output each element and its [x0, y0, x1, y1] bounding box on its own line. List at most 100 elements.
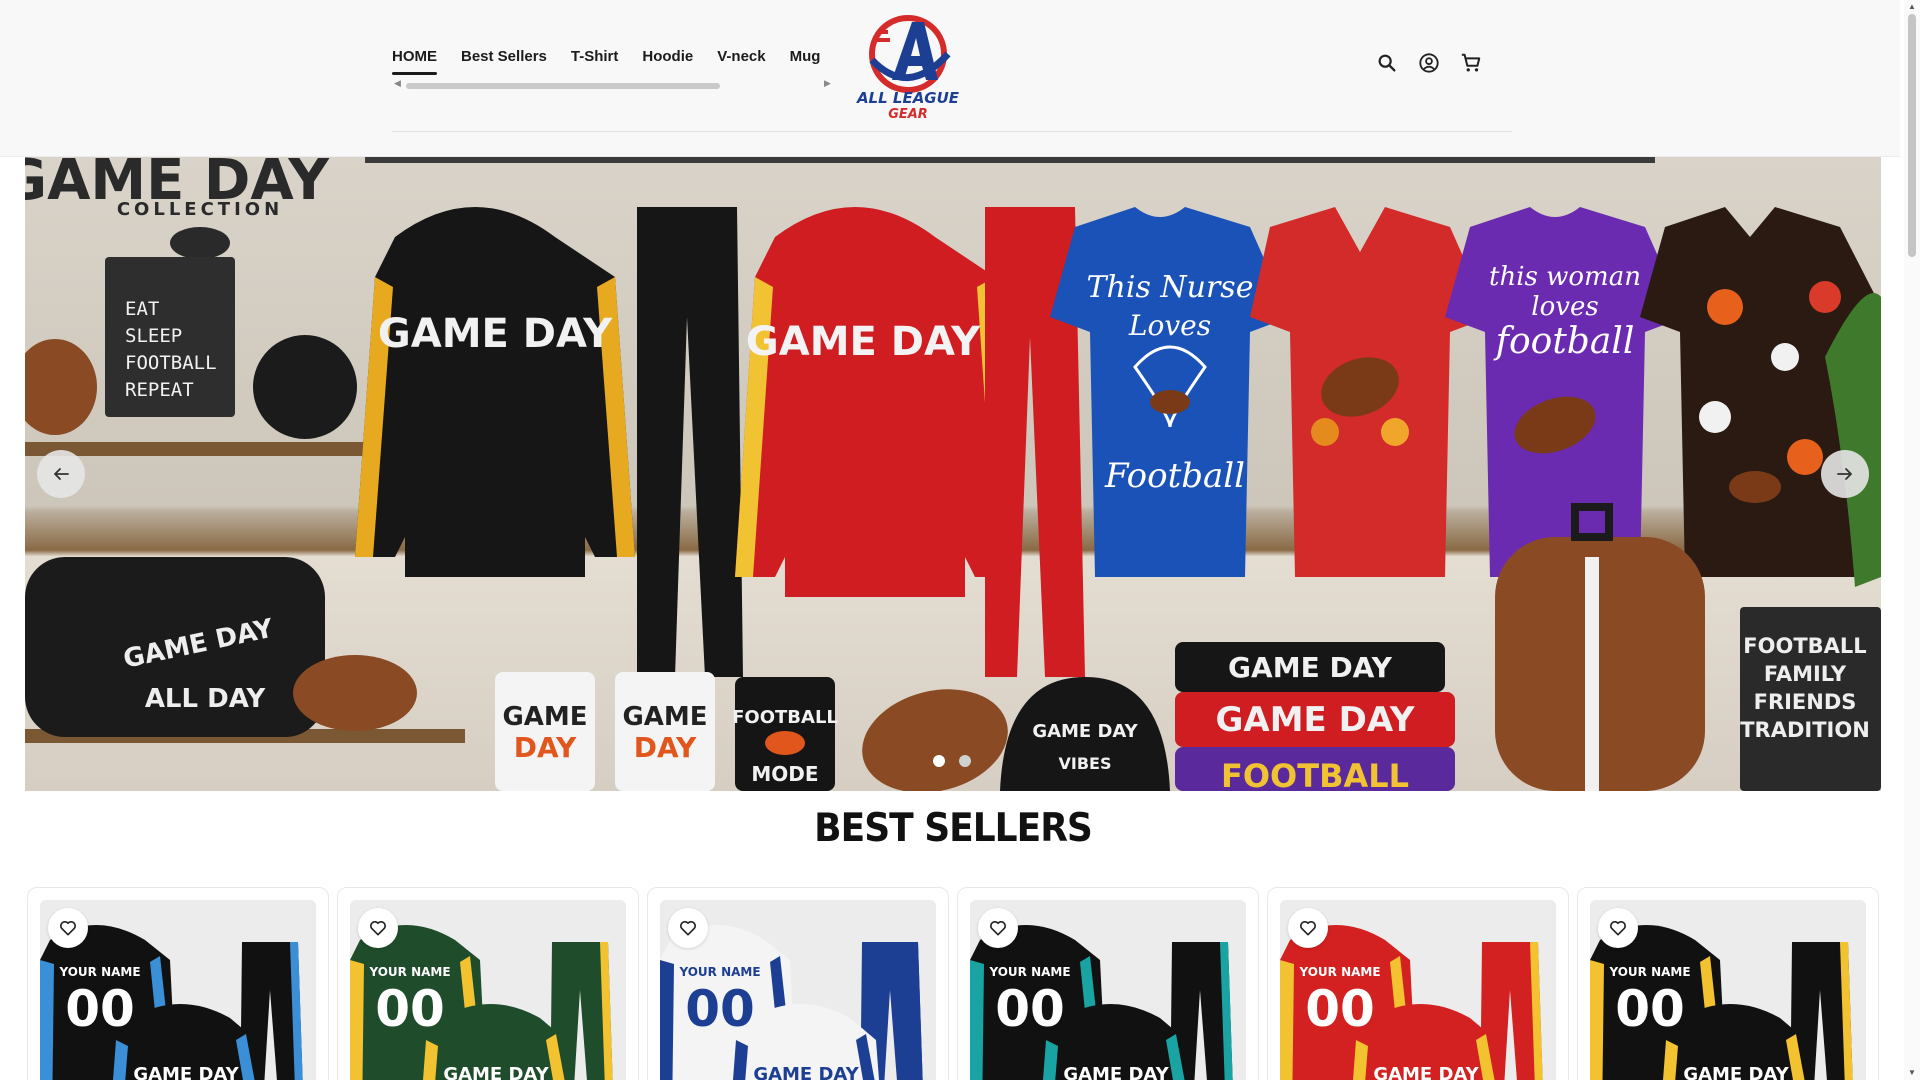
tee-blue-line-3: Football — [1104, 456, 1245, 496]
product-card[interactable]: YOUR NAME 00 GAME DAY — [957, 887, 1259, 1080]
bag-text-bottom: ALL DAY — [145, 684, 267, 714]
product-image[interactable]: YOUR NAME 00 GAME DAY — [40, 900, 316, 1080]
heart-icon — [990, 920, 1006, 936]
nav-item-hoodie[interactable]: Hoodie — [642, 48, 693, 75]
scroll-down-arrow-icon[interactable]: ▼ — [1908, 1068, 1916, 1077]
right-sign-line-2: FAMILY — [1764, 662, 1847, 686]
stack-line-1: GAME DAY — [1228, 651, 1393, 684]
product-card[interactable]: YOUR NAME 00 GAME DAY — [27, 887, 329, 1080]
product-image[interactable]: YOUR NAME 00 GAME DAY — [970, 900, 1246, 1080]
product-name-text: YOUR NAME — [368, 965, 450, 979]
mug-2-line-2: DAY — [634, 731, 697, 764]
product-name-text: YOUR NAME — [1298, 965, 1380, 979]
product-card[interactable]: YOUR NAME 00 GAME DAY — [1577, 887, 1879, 1080]
best-sellers-title: BEST SELLERS — [814, 805, 1093, 852]
mug-1-line-2: DAY — [514, 731, 577, 764]
hero-prev-button[interactable] — [37, 450, 85, 498]
product-name-text: YOUR NAME — [988, 965, 1070, 979]
hoodie-back-stripe — [1590, 960, 1604, 1080]
nav-item-v-neck[interactable]: V-neck — [717, 48, 765, 75]
wishlist-button[interactable] — [1288, 908, 1328, 948]
product-name-text: YOUR NAME — [678, 965, 760, 979]
product-card[interactable]: YOUR NAME 00 GAME DAY — [1267, 887, 1569, 1080]
hero-slide-image: GAME DAY COLLECTION EAT SLEEP FOOTBALL R… — [25, 157, 1881, 791]
scroll-right-arrow-icon[interactable]: ▶ — [824, 78, 831, 89]
letterboard-line-1: EAT — [125, 298, 159, 320]
nav-item-t-shirt[interactable]: T-Shirt — [571, 48, 619, 75]
nav-item-home[interactable]: HOME — [392, 48, 437, 75]
mug-3-line-1: FOOTBALL — [732, 707, 838, 728]
product-image[interactable]: YOUR NAME 00 GAME DAY — [1280, 900, 1556, 1080]
page: HOME Best Sellers T-Shirt Hoodie V-neck … — [0, 0, 1920, 1080]
heart-icon — [1610, 920, 1626, 936]
scroll-up-arrow-icon[interactable]: ▲ — [1908, 2, 1916, 11]
wishlist-button[interactable] — [668, 908, 708, 948]
nav-scrollbar[interactable]: ◀ ▶ — [392, 78, 832, 92]
hoodie-back-stripe — [660, 960, 674, 1080]
wishlist-button[interactable] — [978, 908, 1018, 948]
product-image[interactable]: YOUR NAME 00 GAME DAY — [350, 900, 626, 1080]
heart-icon — [60, 920, 76, 936]
mug-3-line-2: MODE — [751, 762, 818, 786]
right-sign-line-3: FRIENDS — [1754, 690, 1857, 714]
page-scrollbar[interactable]: ▲ ▼ — [1904, 0, 1920, 1080]
heart-icon — [680, 920, 696, 936]
main-nav: HOME Best Sellers T-Shirt Hoodie V-neck … — [392, 48, 832, 75]
mug-1-line-1: GAME — [502, 702, 587, 732]
letterboard-line-2: SLEEP — [125, 325, 182, 347]
header-divider — [392, 131, 1512, 132]
product-name-text: YOUR NAME — [1608, 965, 1690, 979]
product-card[interactable]: YOUR NAME 00 GAME DAY — [337, 887, 639, 1080]
nav-item-best-sellers[interactable]: Best Sellers — [461, 48, 547, 75]
tee-purple-line-2: loves — [1531, 292, 1598, 322]
product-slogan-text: GAME DAY — [1063, 1064, 1169, 1080]
letterboard-line-4: REPEAT — [125, 379, 194, 401]
product-slogan-text: GAME DAY — [1683, 1064, 1789, 1080]
hoodie-back-stripe — [350, 960, 364, 1080]
hero-next-button[interactable] — [1821, 450, 1869, 498]
best-sellers-grid: YOUR NAME 00 GAME DAY YOUR NAME 00 GAME DAY … — [27, 887, 1879, 1080]
site-header: HOME Best Sellers T-Shirt Hoodie V-neck … — [0, 0, 1900, 157]
arrow-right-icon — [1837, 468, 1852, 480]
search-icon[interactable] — [1376, 52, 1398, 74]
hero-pagination — [933, 755, 971, 767]
tee-blue-line-2: Loves — [1128, 309, 1211, 342]
letterboard-line-3: FOOTBALL — [125, 352, 217, 374]
hoodie-back-stripe — [1280, 960, 1294, 1080]
hoodie-black-text: GAME DAY — [378, 311, 613, 357]
hoodie-back-stripe — [40, 960, 54, 1080]
scroll-left-arrow-icon[interactable]: ◀ — [394, 78, 401, 89]
hoodie-back-stripe — [970, 960, 984, 1080]
stack-line-2: GAME DAY — [1215, 700, 1414, 740]
product-image[interactable]: YOUR NAME 00 GAME DAY — [1590, 900, 1866, 1080]
product-image[interactable]: YOUR NAME 00 GAME DAY — [660, 900, 936, 1080]
tee-purple-line-1: this woman — [1489, 262, 1641, 292]
nav-scrollbar-thumb[interactable] — [406, 83, 720, 89]
product-card[interactable]: YOUR NAME 00 GAME DAY — [647, 887, 949, 1080]
heart-icon — [370, 920, 386, 936]
product-slogan-text: GAME DAY — [1373, 1064, 1479, 1080]
hero-carousel[interactable]: GAME DAY COLLECTION EAT SLEEP FOOTBALL R… — [25, 157, 1881, 791]
wishlist-button[interactable] — [1598, 908, 1638, 948]
product-slogan-text: GAME DAY — [753, 1064, 859, 1080]
right-sign-line-1: FOOTBALL — [1743, 634, 1866, 658]
hero-dot-2[interactable] — [959, 755, 971, 767]
product-slogan-text: GAME DAY — [443, 1064, 549, 1080]
cap-line-2: VIBES — [1059, 754, 1112, 773]
hero-dot-1[interactable] — [933, 755, 945, 767]
tee-blue-line-1: This Nurse — [1087, 270, 1254, 305]
brand-logo[interactable]: ALL LEAGUE GEAR — [852, 10, 964, 122]
logo-text-line1: ALL LEAGUE — [856, 89, 960, 107]
product-name-text: YOUR NAME — [58, 965, 140, 979]
nav-item-mug[interactable]: Mug — [790, 48, 821, 75]
wishlist-button[interactable] — [48, 908, 88, 948]
arrow-left-icon — [54, 468, 69, 480]
logo-text-line2: GEAR — [888, 107, 928, 120]
page-scrollbar-thumb[interactable] — [1908, 14, 1916, 257]
cart-icon[interactable] — [1460, 52, 1482, 74]
header-actions — [1376, 52, 1482, 74]
product-slogan-text: GAME DAY — [133, 1064, 239, 1080]
wishlist-button[interactable] — [358, 908, 398, 948]
tee-purple-line-3: football — [1493, 321, 1635, 362]
account-icon[interactable] — [1418, 52, 1440, 74]
